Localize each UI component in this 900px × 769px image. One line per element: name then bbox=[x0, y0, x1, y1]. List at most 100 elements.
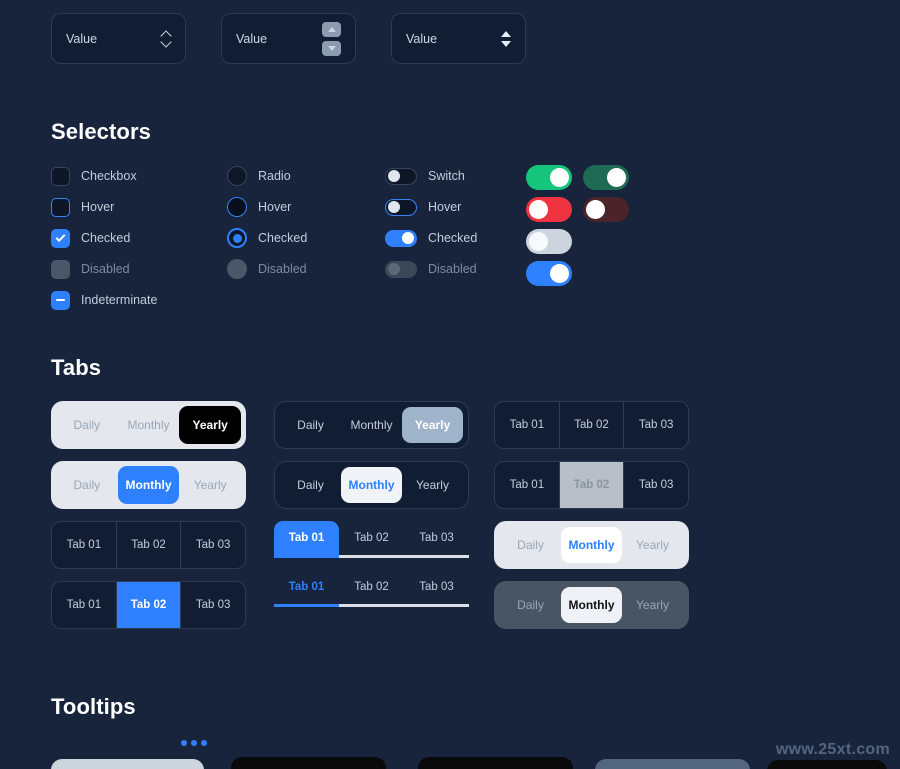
checkbox-indeterminate-icon[interactable] bbox=[51, 290, 70, 310]
tab-yearly[interactable]: Yearly bbox=[622, 527, 683, 563]
tabgroup-underline-text: Tab 01 Tab 02 Tab 03 bbox=[274, 570, 469, 607]
tab-monthly[interactable]: Monthly bbox=[118, 406, 180, 444]
tab-monthly[interactable]: Monthly bbox=[341, 407, 402, 443]
triangle-up-icon[interactable] bbox=[501, 30, 511, 37]
tab-03[interactable]: Tab 03 bbox=[181, 522, 245, 568]
tab-03[interactable]: Tab 03 bbox=[624, 462, 688, 508]
tab-02[interactable]: Tab 02 bbox=[117, 522, 182, 568]
tab-02[interactable]: Tab 02 bbox=[339, 521, 404, 555]
tab-02-active[interactable]: Tab 02 bbox=[559, 462, 625, 508]
decrement-button[interactable] bbox=[322, 40, 341, 56]
stepper-value-label: Value bbox=[66, 31, 98, 46]
switch-knob bbox=[586, 200, 605, 219]
check-icon bbox=[55, 231, 66, 242]
tabgroup-dark-segment-plain-2: Tab 01 Tab 02 Tab 03 bbox=[494, 401, 689, 449]
switch-light-off[interactable] bbox=[526, 229, 572, 254]
switch-toggle-on[interactable] bbox=[385, 229, 417, 247]
switch-knob bbox=[529, 232, 548, 251]
stepper-chevron[interactable]: Value bbox=[51, 13, 186, 64]
tab-daily[interactable]: Daily bbox=[280, 467, 341, 503]
chevron-updown-icon[interactable] bbox=[162, 32, 171, 45]
tabgroup-dark-pill-white: Daily Monthly Yearly bbox=[274, 461, 469, 509]
switch-green-dim[interactable] bbox=[583, 165, 629, 190]
checkbox-checked-row[interactable]: Checked bbox=[51, 227, 157, 249]
switch-red-off[interactable] bbox=[526, 197, 572, 222]
tab-daily[interactable]: Daily bbox=[280, 407, 341, 443]
radio-icon[interactable] bbox=[227, 166, 247, 186]
color-switch-column bbox=[526, 165, 629, 293]
checkbox-checked-icon[interactable] bbox=[51, 228, 70, 248]
underline-active-segment bbox=[274, 604, 339, 607]
switch-blue-on[interactable] bbox=[526, 261, 572, 286]
tab-01[interactable]: Tab 01 bbox=[495, 402, 560, 448]
tabgroup-dark-segment-gray: Tab 01 Tab 02 Tab 03 bbox=[494, 461, 689, 509]
switch-toggle[interactable] bbox=[385, 198, 417, 216]
switch-knob bbox=[550, 168, 569, 187]
checkbox-indeterminate-row[interactable]: Indeterminate bbox=[51, 289, 157, 311]
checkbox-label: Checkbox bbox=[81, 169, 137, 183]
stepper-triangles[interactable]: Value bbox=[391, 13, 526, 64]
component-showcase-page: Value Value Value Selectors Checkbox Hov… bbox=[0, 0, 900, 769]
checkbox-icon[interactable] bbox=[51, 197, 70, 217]
tab-01[interactable]: Tab 01 bbox=[495, 462, 560, 508]
tab-yearly-active[interactable]: Yearly bbox=[402, 407, 463, 443]
checkbox-label: Hover bbox=[81, 200, 115, 214]
tab-daily[interactable]: Daily bbox=[500, 527, 561, 563]
triangle-down-icon[interactable] bbox=[501, 40, 511, 47]
tab-daily[interactable]: Daily bbox=[500, 587, 561, 623]
tabgroup-dark-pill-steel: Daily Monthly Yearly bbox=[274, 401, 469, 449]
tab-monthly-active[interactable]: Monthly bbox=[561, 527, 622, 563]
tooltip-card-light[interactable] bbox=[51, 759, 204, 769]
tab-monthly-active[interactable]: Monthly bbox=[117, 466, 180, 504]
chevron-down-icon[interactable] bbox=[162, 40, 171, 45]
radio-checked-row[interactable]: Checked bbox=[227, 227, 307, 249]
radio-label: Radio bbox=[258, 169, 291, 183]
tab-03[interactable]: Tab 03 bbox=[404, 521, 469, 555]
switch-toggle[interactable] bbox=[385, 167, 417, 185]
checkbox-icon[interactable] bbox=[51, 166, 70, 186]
radio-icon[interactable] bbox=[227, 197, 247, 217]
tab-yearly-active[interactable]: Yearly bbox=[179, 406, 242, 444]
dash-icon bbox=[56, 299, 65, 301]
tab-02[interactable]: Tab 02 bbox=[560, 402, 625, 448]
tab-daily[interactable]: Daily bbox=[56, 406, 118, 444]
tab-yearly[interactable]: Yearly bbox=[402, 467, 463, 503]
tab-01-active[interactable]: Tab 01 bbox=[274, 521, 339, 555]
tab-monthly-active[interactable]: Monthly bbox=[341, 467, 402, 503]
switch-label: Switch bbox=[428, 169, 465, 183]
underline-segment bbox=[404, 555, 469, 558]
checkbox-disabled-row: Disabled bbox=[51, 258, 157, 280]
tooltip-card-dark-2[interactable] bbox=[418, 757, 573, 769]
switch-checked-row[interactable]: Checked bbox=[385, 227, 477, 249]
tab-daily[interactable]: Daily bbox=[56, 466, 118, 504]
checkbox-column: Checkbox Hover Checked Disabled Indeterm… bbox=[51, 165, 157, 320]
tabgroup-light-pill-yearly: Daily Monthly Yearly bbox=[51, 401, 246, 449]
tab-03[interactable]: Tab 03 bbox=[181, 582, 245, 628]
switch-green-on[interactable] bbox=[526, 165, 572, 190]
switch-default-row[interactable]: Switch bbox=[385, 165, 477, 187]
triangle-updown-icon[interactable] bbox=[501, 30, 511, 47]
tab-01-active[interactable]: Tab 01 bbox=[274, 570, 339, 604]
tab-01[interactable]: Tab 01 bbox=[52, 522, 117, 568]
radio-hover-row[interactable]: Hover bbox=[227, 196, 307, 218]
radio-checked-icon[interactable] bbox=[227, 228, 247, 248]
increment-button[interactable] bbox=[322, 21, 341, 37]
tab-01[interactable]: Tab 01 bbox=[52, 582, 117, 628]
tab-02-active[interactable]: Tab 02 bbox=[116, 582, 182, 628]
checkbox-default-row[interactable]: Checkbox bbox=[51, 165, 157, 187]
checkbox-label: Disabled bbox=[81, 262, 130, 276]
tab-yearly[interactable]: Yearly bbox=[622, 587, 683, 623]
tab-03[interactable]: Tab 03 bbox=[624, 402, 688, 448]
tab-monthly-active[interactable]: Monthly bbox=[561, 587, 622, 623]
tab-yearly[interactable]: Yearly bbox=[179, 466, 241, 504]
switch-hover-row[interactable]: Hover bbox=[385, 196, 477, 218]
tab-02[interactable]: Tab 02 bbox=[339, 570, 404, 604]
stepper-buttons[interactable]: Value bbox=[221, 13, 356, 64]
radio-column: Radio Hover Checked Disabled bbox=[227, 165, 307, 289]
tooltip-card-dark-1[interactable] bbox=[231, 757, 386, 769]
checkbox-hover-row[interactable]: Hover bbox=[51, 196, 157, 218]
switch-red-dim[interactable] bbox=[583, 197, 629, 222]
tab-03[interactable]: Tab 03 bbox=[404, 570, 469, 604]
tooltip-card-steel[interactable] bbox=[595, 759, 750, 769]
radio-default-row[interactable]: Radio bbox=[227, 165, 307, 187]
